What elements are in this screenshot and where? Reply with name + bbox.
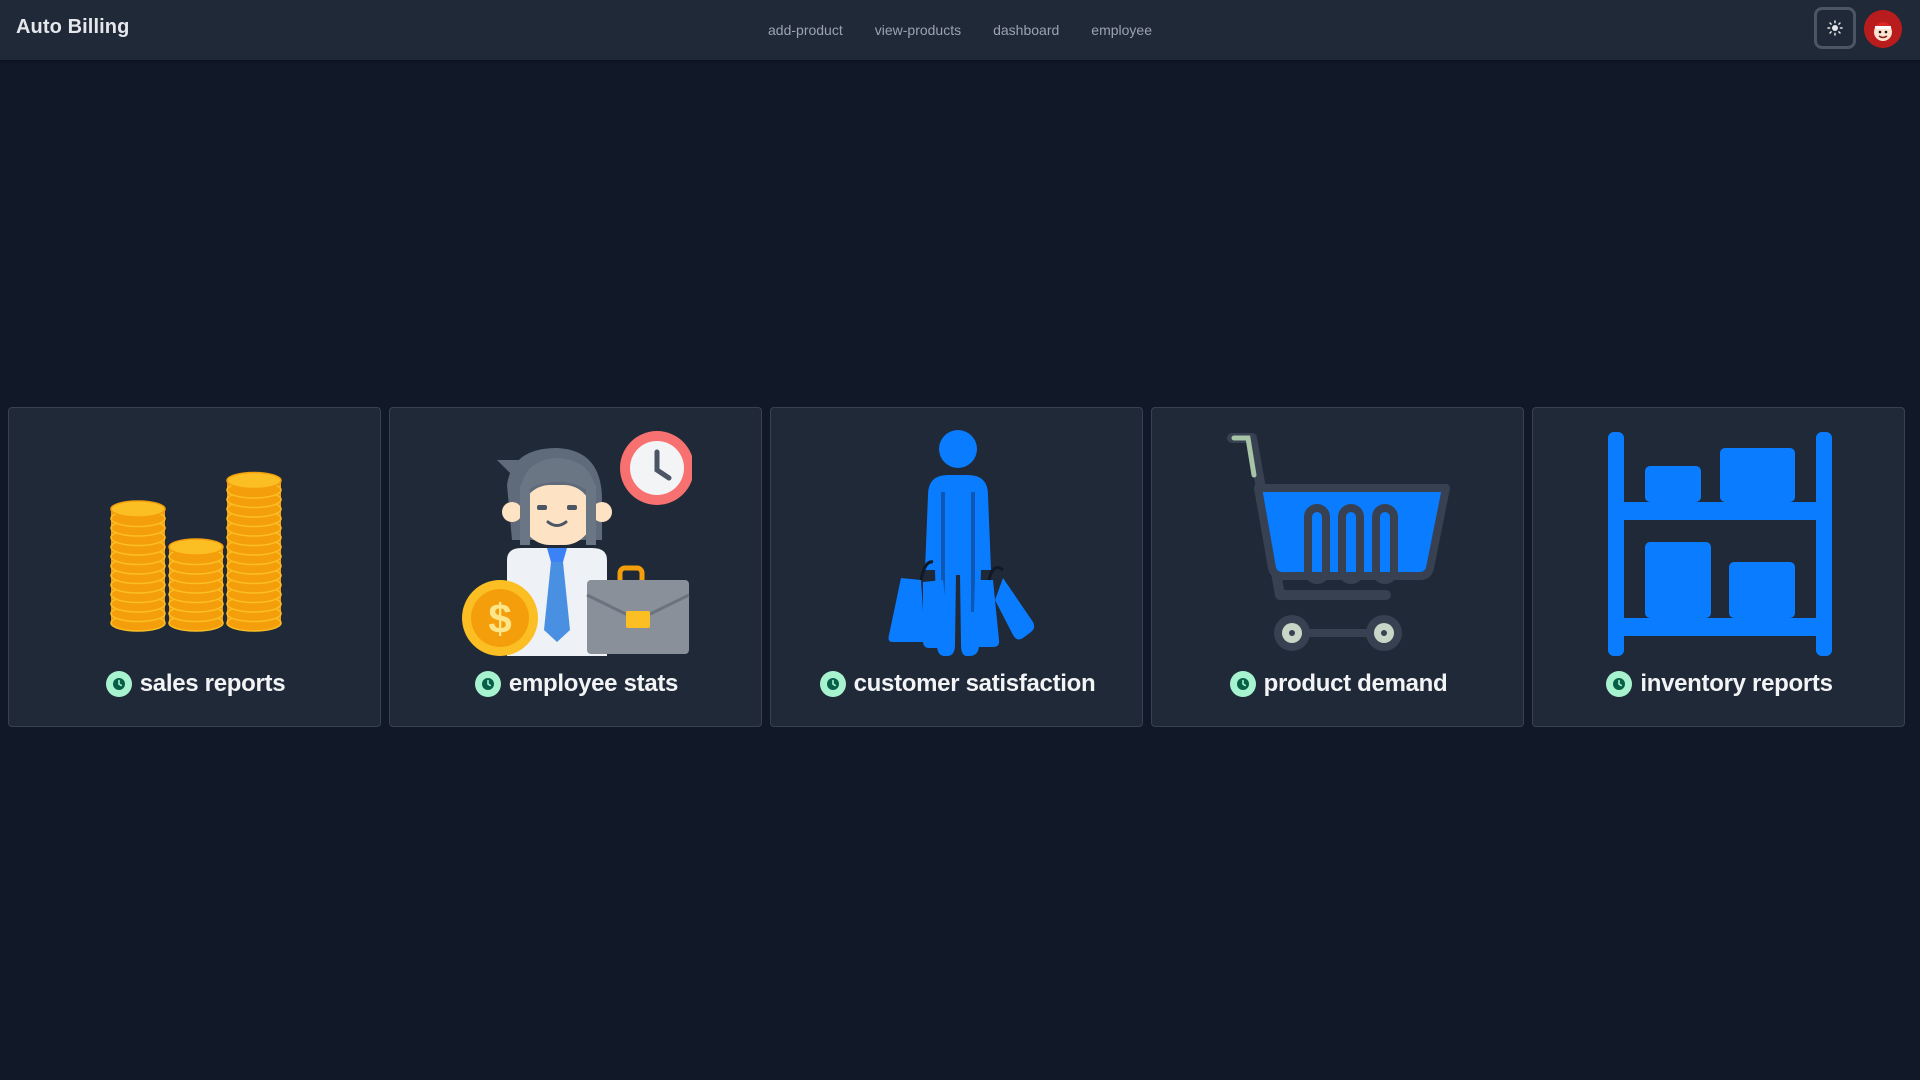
- clock-badge-icon: [819, 671, 846, 697]
- card-title: employee stats: [508, 670, 679, 697]
- card-inventory-reports[interactable]: inventory reports: [1532, 407, 1905, 727]
- card-title: product demand: [1263, 670, 1448, 697]
- clock-badge-icon: [1606, 671, 1633, 697]
- clock-badge-icon: [474, 671, 501, 697]
- card-label: inventory reports: [1533, 670, 1906, 698]
- card-image: [771, 430, 1144, 656]
- card-image: [1533, 430, 1906, 656]
- nav-link-employee[interactable]: employee: [1075, 16, 1168, 44]
- shopping-cart-icon: [1226, 433, 1450, 651]
- card-label: employee stats: [390, 670, 763, 698]
- card-product-demand[interactable]: product demand: [1151, 407, 1524, 727]
- report-cards: sales reports $ employee stats customer …: [8, 407, 1912, 727]
- nav-links: add-product view-products dashboard empl…: [0, 0, 1920, 60]
- card-label: customer satisfaction: [771, 670, 1144, 698]
- clock-badge-icon: [105, 671, 132, 697]
- nav-link-dashboard[interactable]: dashboard: [977, 16, 1075, 44]
- card-title: inventory reports: [1640, 670, 1833, 697]
- theme-toggle-button[interactable]: [1814, 7, 1856, 49]
- card-image: [1152, 430, 1525, 656]
- card-customer-satisfaction[interactable]: customer satisfaction: [770, 407, 1143, 727]
- top-navbar: Auto Billing add-product view-products d…: [0, 0, 1920, 60]
- user-avatar[interactable]: [1864, 10, 1902, 48]
- card-title: sales reports: [139, 670, 286, 697]
- clock-badge-icon: [1229, 671, 1256, 697]
- inventory-shelf-icon: [1607, 432, 1832, 656]
- avatar-face-icon: [1864, 10, 1902, 48]
- card-title: customer satisfaction: [853, 670, 1096, 697]
- nav-link-add-product[interactable]: add-product: [752, 16, 859, 44]
- svg-text:$: $: [488, 595, 511, 642]
- card-image: $: [390, 430, 763, 656]
- brand-title[interactable]: Auto Billing: [16, 16, 129, 39]
- shopper-with-bags-icon: [888, 430, 1034, 656]
- card-image: [9, 430, 382, 656]
- coins-stack-icon: [109, 471, 282, 632]
- card-label: sales reports: [9, 670, 382, 698]
- employee-icon: $: [461, 431, 692, 656]
- sun-icon: [1827, 20, 1843, 36]
- card-employee-stats[interactable]: $ employee stats: [389, 407, 762, 727]
- card-label: product demand: [1152, 670, 1525, 698]
- nav-link-view-products[interactable]: view-products: [859, 16, 977, 44]
- card-sales-reports[interactable]: sales reports: [8, 407, 381, 727]
